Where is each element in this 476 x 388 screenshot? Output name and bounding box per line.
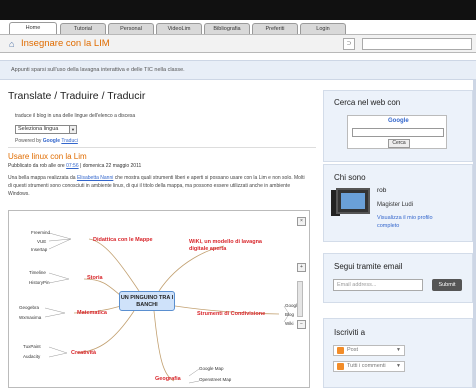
- submit-button[interactable]: Submit: [432, 279, 462, 291]
- leaf: Openstreet Map: [199, 377, 232, 382]
- cerca-button[interactable]: Cerca: [388, 139, 410, 148]
- google-search-box: Google Cerca: [347, 115, 447, 149]
- leaf: Insertap: [31, 247, 48, 252]
- leaf: Wxmaxima: [19, 315, 42, 320]
- tab-preferiti[interactable]: Preferiti: [252, 23, 298, 34]
- about-widget-title: Chi sono: [334, 173, 366, 182]
- post-meta: Pubblicato da rob alle ore 07:56 | domen…: [8, 163, 141, 169]
- site-header: ⌂ Insegnare con la LIM ⊃: [0, 34, 476, 53]
- profile-link[interactable]: Visualizza il mio profilo completo: [377, 214, 447, 230]
- leaf: Blog: [285, 312, 295, 317]
- post-date: | domenica 22 maggio 2011: [80, 163, 142, 169]
- sidebar: Cerca nel web con Google Cerca Chi sono …: [323, 80, 476, 388]
- mind-map-center[interactable]: UN PINGUINO TRA I BANCHI: [119, 291, 175, 311]
- rss-icon[interactable]: ⊃: [343, 38, 355, 50]
- tab-strip: Home Tutorial Personal VideoLim Bibliogr…: [0, 20, 476, 34]
- tagline-band: Appunti sparsi sull'uso della lavagna in…: [0, 60, 476, 80]
- chevron-down-icon[interactable]: ▼: [69, 125, 77, 134]
- follow-widget-title: Segui tramite email: [334, 262, 403, 271]
- main-column: Translate / Traduire / Traducir traduce …: [0, 80, 320, 388]
- web-search-input[interactable]: [352, 128, 444, 137]
- feed-comments-label: Tutti i commenti: [347, 363, 386, 369]
- post-meta-prefix: Pubblicato da rob alle ore: [8, 163, 65, 169]
- leaf: Geogebra: [19, 305, 40, 310]
- post-title[interactable]: Usare linux con la Lim: [8, 152, 87, 161]
- tab-home[interactable]: Home: [9, 22, 57, 34]
- google-logo: Google: [388, 118, 409, 124]
- profile-name-link[interactable]: rob: [377, 187, 386, 194]
- leaf: Freemind: [31, 230, 51, 235]
- header-search-field[interactable]: [362, 38, 472, 50]
- chevron-down-icon[interactable]: ▼: [396, 346, 401, 355]
- chevron-down-icon[interactable]: ▼: [396, 362, 401, 371]
- mind-map-zoom-in-button[interactable]: +: [297, 263, 306, 272]
- author-link[interactable]: Elisabetta Nanni: [77, 175, 113, 181]
- email-field[interactable]: Email address...: [333, 279, 423, 291]
- tagline: Appunti sparsi sull'uso della lavagna in…: [11, 67, 185, 73]
- branch-mappe[interactable]: Didattica con le Mappe: [93, 237, 153, 243]
- feed-posts-dropdown[interactable]: Post ▼: [333, 345, 405, 356]
- top-bar: [0, 0, 476, 20]
- home-icon[interactable]: ⌂: [9, 39, 14, 49]
- mind-map-zoom-out-button[interactable]: −: [297, 320, 306, 329]
- branch-matematica[interactable]: Matematica: [77, 310, 107, 316]
- leaf: HistoryPin: [29, 280, 50, 285]
- branch-creativita[interactable]: Creatività: [71, 350, 96, 356]
- rss-feed-icon: [337, 347, 344, 354]
- leaf: Wiki: [285, 321, 294, 326]
- subscribe-widget-title: Iscriviti a: [334, 328, 366, 337]
- tab-login[interactable]: Login: [300, 23, 346, 34]
- language-select-value: Seleziona lingua: [18, 126, 59, 132]
- profile-role: Magister Ludi: [377, 202, 414, 208]
- search-widget: Cerca nel web con Google Cerca: [323, 90, 473, 162]
- leaf: Timeline: [29, 270, 46, 275]
- mind-map[interactable]: UN PINGUINO TRA I BANCHI Didattica con l…: [8, 210, 310, 388]
- divider: [8, 147, 316, 148]
- post-body-text-1: Una bella mappa realizzata da: [8, 175, 76, 181]
- tab-tutorial[interactable]: Tutorial: [60, 23, 106, 34]
- branch-geografia[interactable]: Geografia: [155, 376, 181, 382]
- language-select[interactable]: Seleziona lingua ▼: [15, 125, 77, 134]
- leaf: VUE: [37, 239, 47, 244]
- mind-map-close-button[interactable]: ×: [297, 217, 306, 226]
- google-logo: Google: [42, 138, 61, 144]
- search-widget-title: Cerca nel web con: [334, 98, 401, 107]
- mind-map-zoom-slider[interactable]: [297, 281, 303, 317]
- powered-by-label: Powered by: [15, 138, 42, 144]
- tab-personal[interactable]: Personal: [108, 23, 154, 34]
- branch-wiki[interactable]: WiKi, un modello di lavagna digitale ape…: [189, 239, 277, 253]
- branch-condivisione[interactable]: Strumenti di Condivisione: [197, 311, 265, 317]
- computer-monitor-icon[interactable]: [336, 188, 370, 214]
- leaf: TuxPaint: [23, 344, 41, 349]
- branch-storia[interactable]: Storia: [87, 275, 103, 281]
- follow-widget: Segui tramite email: [323, 253, 473, 303]
- translate-description: traduce il blog in una delle lingue dell…: [15, 113, 136, 119]
- site-title[interactable]: Insegnare con la LIM: [21, 38, 110, 49]
- leaf: Google Map: [199, 366, 224, 371]
- tab-bibliografia[interactable]: Bibliografia: [204, 23, 250, 34]
- rss-feed-icon: [337, 363, 344, 370]
- translate-heading: Translate / Traduire / Traducir: [8, 90, 146, 102]
- feed-posts-label: Post: [347, 347, 359, 353]
- feed-comments-dropdown[interactable]: Tutti i commenti ▼: [333, 361, 405, 372]
- traduci-link[interactable]: Traduci: [61, 138, 78, 144]
- powered-by: Powered by Google Traduci: [15, 138, 78, 144]
- leaf: Audacity: [23, 354, 41, 359]
- post-body: Una bella mappa realizzata da Elisabetta…: [8, 174, 308, 198]
- tab-videolim[interactable]: VideoLim: [156, 23, 202, 34]
- post-time-link[interactable]: 07:56: [66, 163, 79, 169]
